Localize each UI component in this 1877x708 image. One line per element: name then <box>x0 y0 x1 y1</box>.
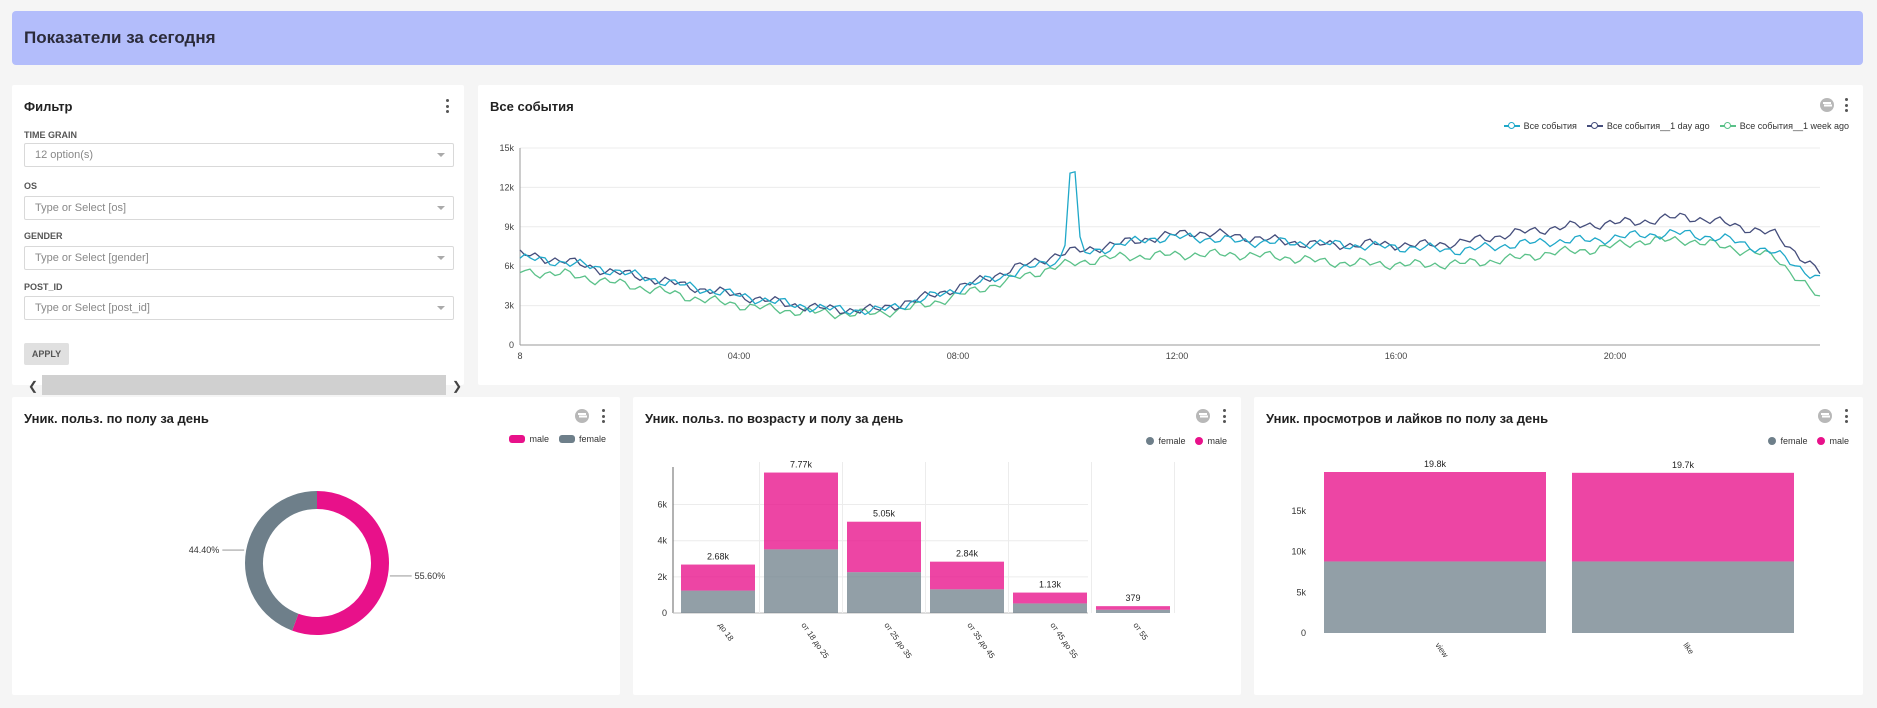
bar-male <box>681 564 755 591</box>
donut-slice <box>292 491 389 635</box>
events-line-chart: 0 3k 6k 9k 12k 15k 8 04:00 08:00 12:00 16:00 20:00 <box>499 143 1821 361</box>
x-tick-label: like <box>1681 641 1696 656</box>
bar-male <box>1096 606 1170 610</box>
bar-total-label: 19.7k <box>1672 460 1695 470</box>
x-tick-label: от 55 <box>1131 621 1150 642</box>
y-tick-label: 6k <box>504 261 514 271</box>
bar-female <box>1324 561 1546 633</box>
y-tick-label: 0 <box>662 608 667 618</box>
bar-male <box>1013 592 1087 604</box>
scroll-right-icon[interactable]: ❯ <box>452 379 462 393</box>
gender-select[interactable]: Type or Select [gender] <box>24 246 454 270</box>
y-tick-label: 10k <box>1291 547 1306 557</box>
series-line <box>519 170 1821 316</box>
scroll-left-icon[interactable]: ❮ <box>28 379 38 393</box>
x-tick-label: до 18 <box>716 621 735 643</box>
age-chart-card: Уник. польз. по возрасту и полу за день … <box>633 397 1241 695</box>
slice-label: 55.60% <box>415 571 446 581</box>
y-tick-label: 12k <box>499 182 514 192</box>
bar-male <box>1572 472 1794 562</box>
post-id-placeholder: Type or Select [post_id] <box>35 302 150 314</box>
os-select[interactable]: Type or Select [os] <box>24 196 454 220</box>
time-grain-select[interactable]: 12 option(s) <box>24 143 454 167</box>
dashboard-title: Показатели за сегодня <box>24 28 216 47</box>
y-tick-label: 3k <box>504 301 514 311</box>
bar-total-label: 2.84k <box>956 549 979 559</box>
bar-total-label: 379 <box>1125 593 1140 603</box>
filter-title: Фильтр <box>24 99 73 114</box>
bar-female <box>1096 609 1170 613</box>
bar-total-label: 19.8k <box>1424 459 1447 469</box>
horizontal-scrollbar[interactable]: ❮ ❯ <box>24 375 464 395</box>
y-tick-label: 15k <box>499 143 514 153</box>
time-grain-value: 12 option(s) <box>35 149 94 161</box>
events-chart-card: Все события Все события Все события__1 d… <box>478 85 1863 385</box>
bar-total-label: 7.77k <box>790 460 813 470</box>
bar-male <box>1324 472 1546 562</box>
bar-female <box>930 589 1004 613</box>
bar-total-label: 1.13k <box>1039 580 1062 590</box>
x-tick-label: 8 <box>517 351 522 361</box>
x-tick-label: 08:00 <box>947 351 970 361</box>
bar-male <box>847 521 921 573</box>
bar-male <box>764 472 838 550</box>
views-bar-chart: 0 5k 10k 15k 19.8k view 19.7k like <box>1291 459 1794 659</box>
bar-male <box>930 561 1004 590</box>
bar-female <box>1572 561 1794 633</box>
os-label: OS <box>24 181 38 191</box>
y-tick-label: 2k <box>657 572 667 582</box>
series-line <box>519 212 1821 315</box>
dashboard-header: Показатели за сегодня <box>12 11 1863 65</box>
apply-button[interactable]: APPLY <box>24 343 69 365</box>
y-tick-label: 5k <box>1296 587 1306 597</box>
filter-card: Фильтр TIME GRAIN 12 option(s) OS Type o… <box>12 85 464 395</box>
y-tick-label: 0 <box>1301 628 1306 638</box>
chevron-down-icon <box>437 206 445 210</box>
chevron-down-icon <box>437 153 445 157</box>
y-tick-label: 0 <box>509 340 514 350</box>
chevron-down-icon <box>437 256 445 260</box>
donut-slice <box>245 491 318 631</box>
gender-donut-chart: 55.60% 44.40% <box>189 491 446 635</box>
post-id-select[interactable]: Type or Select [post_id] <box>24 296 454 320</box>
views-chart-card: Уник. просмотров и лайков по полу за ден… <box>1254 397 1863 695</box>
post-id-label: POST_ID <box>24 282 63 292</box>
series-line <box>519 235 1821 320</box>
x-tick-label: 12:00 <box>1166 351 1189 361</box>
os-placeholder: Type or Select [os] <box>35 202 127 214</box>
x-tick-label: от 35 до 45 <box>965 621 997 661</box>
time-grain-label: TIME GRAIN <box>24 130 77 140</box>
gender-placeholder: Type or Select [gender] <box>35 252 149 264</box>
scrollbar-thumb[interactable] <box>42 375 446 395</box>
y-tick-label: 4k <box>657 536 667 546</box>
chevron-down-icon <box>437 306 445 310</box>
gender-label: GENDER <box>24 231 63 241</box>
age-bar-chart: 0 2k 4k 6k 2.68k до 18 7.77k от 18 до 25 5.05k от… <box>657 460 1175 661</box>
slice-label: 44.40% <box>189 545 220 555</box>
bar-female <box>1013 603 1087 613</box>
bar-female <box>764 549 838 613</box>
gender-chart-card: Уник. польз. по полу за день male female… <box>12 397 620 695</box>
x-tick-label: 16:00 <box>1385 351 1408 361</box>
bar-total-label: 2.68k <box>707 552 730 562</box>
x-tick-label: 20:00 <box>1604 351 1627 361</box>
bar-female <box>681 590 755 613</box>
y-tick-label: 9k <box>504 222 514 232</box>
x-tick-label: от 25 до 35 <box>882 621 914 661</box>
filter-menu-icon[interactable] <box>445 99 449 113</box>
bar-female <box>847 572 921 613</box>
x-tick-label: 04:00 <box>728 351 751 361</box>
y-tick-label: 15k <box>1291 506 1306 516</box>
bar-total-label: 5.05k <box>873 509 896 519</box>
y-tick-label: 6k <box>657 500 667 510</box>
x-tick-label: от 18 до 25 <box>799 621 831 661</box>
x-tick-label: от 45 до 55 <box>1048 621 1080 661</box>
x-tick-label: view <box>1433 641 1450 659</box>
